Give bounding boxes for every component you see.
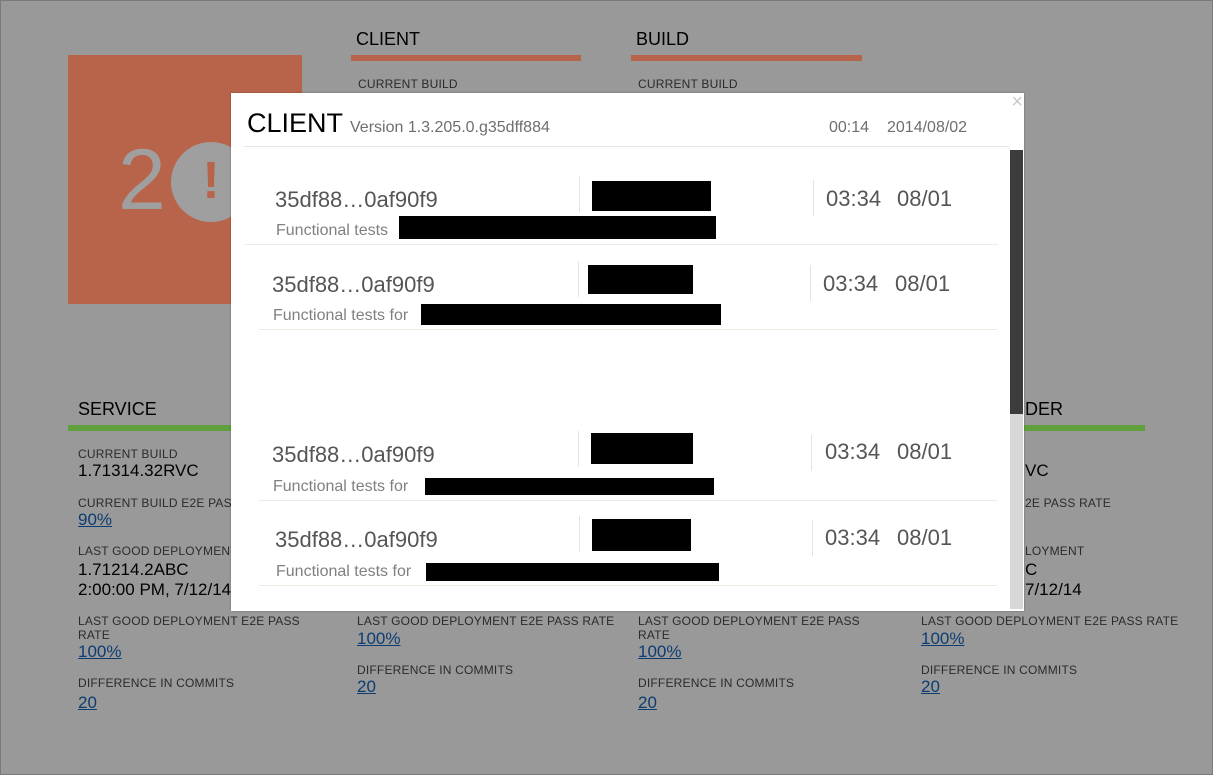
build-section-title: BUILD bbox=[636, 29, 690, 49]
column-divider bbox=[810, 265, 811, 301]
commit-hash: 35df88…0af90f9 bbox=[275, 187, 438, 212]
modal-time: 00:14 bbox=[829, 119, 870, 136]
service-e2e-label: CURRENT BUILD E2E PASS bbox=[78, 496, 240, 510]
build-section-bar bbox=[631, 55, 862, 61]
commit-row[interactable]: 35df88…0af90f9 Functional tests 03:34 08… bbox=[231, 173, 1006, 257]
col4-e2e-label: 2E PASS RATE bbox=[1025, 496, 1111, 510]
row-divider bbox=[259, 585, 997, 586]
commit-date: 08/01 bbox=[897, 439, 953, 464]
row-divider bbox=[259, 329, 997, 330]
close-icon[interactable]: × bbox=[1011, 92, 1023, 112]
client-details-modal: × CLIENT Version 1.3.205.0.g35dff884 00:… bbox=[231, 92, 1024, 611]
build-current-build-label: CURRENT BUILD bbox=[638, 77, 738, 91]
service-last-good-time: 2:00:00 PM, 7/12/14 bbox=[78, 580, 232, 599]
commit-time: 03:34 bbox=[825, 525, 881, 550]
col4-last-good-label: LOYMENT bbox=[1025, 544, 1085, 558]
col3-last-good-e2e-link[interactable]: 100% bbox=[638, 642, 681, 662]
redacted-text bbox=[425, 478, 714, 495]
col2-last-good-e2e-label: LAST GOOD DEPLOYMENT E2E PASS RATE bbox=[357, 614, 615, 628]
col4-section-bar bbox=[1024, 425, 1145, 431]
commit-description: Functional tests bbox=[276, 222, 389, 239]
service-e2e-link[interactable]: 90% bbox=[78, 510, 112, 530]
service-diff-link[interactable]: 20 bbox=[78, 693, 97, 713]
column-divider bbox=[812, 520, 813, 556]
col4-last-good-e2e-link[interactable]: 100% bbox=[921, 629, 964, 649]
col4-section-title: DER bbox=[1025, 399, 1064, 419]
col4-diff-label: DIFFERENCE IN COMMITS bbox=[921, 663, 1078, 677]
commit-time: 03:34 bbox=[823, 271, 879, 296]
redacted-author bbox=[588, 265, 693, 294]
redacted-text bbox=[421, 304, 721, 325]
col3-diff-label: DIFFERENCE IN COMMITS bbox=[638, 676, 795, 690]
column-divider bbox=[579, 516, 580, 552]
commit-description: Functional tests for bbox=[276, 563, 412, 580]
modal-date: 2014/08/02 bbox=[887, 119, 968, 136]
commit-row[interactable]: 35df88…0af90f9 Functional tests for 03:3… bbox=[231, 428, 1006, 512]
commit-date: 08/01 bbox=[895, 271, 951, 296]
row-divider bbox=[259, 500, 997, 501]
modal-title: CLIENT bbox=[247, 108, 344, 138]
redacted-author bbox=[591, 433, 693, 464]
col3-diff-link[interactable]: 20 bbox=[638, 693, 657, 713]
commit-hash: 35df88…0af90f9 bbox=[272, 442, 435, 467]
column-divider bbox=[813, 180, 814, 216]
service-last-good-e2e-link[interactable]: 100% bbox=[78, 642, 121, 662]
column-divider bbox=[578, 431, 579, 467]
commit-hash: 35df88…0af90f9 bbox=[272, 272, 435, 297]
service-current-build-label: CURRENT BUILD bbox=[78, 447, 178, 461]
commit-hash: 35df88…0af90f9 bbox=[275, 527, 438, 552]
client-section-title: CLIENT bbox=[356, 29, 421, 49]
redacted-text bbox=[426, 563, 719, 581]
redacted-text bbox=[399, 216, 716, 239]
failure-count: 2 bbox=[118, 132, 166, 228]
commit-row[interactable]: 35df88…0af90f9 Functional tests for 03:3… bbox=[231, 258, 1006, 342]
service-section-bar bbox=[68, 425, 258, 431]
client-current-build-label: CURRENT BUILD bbox=[358, 77, 458, 91]
col4-last-good-e2e-label: LAST GOOD DEPLOYMENT E2E PASS RATE bbox=[921, 614, 1179, 628]
service-last-good-e2e-label: LAST GOOD DEPLOYMENT E2E PASS RATE bbox=[78, 614, 300, 642]
col4-last-good-time: 7/12/14 bbox=[1025, 580, 1082, 599]
commit-date: 08/01 bbox=[897, 186, 953, 211]
commit-time: 03:34 bbox=[826, 186, 882, 211]
modal-version: Version 1.3.205.0.g35dff884 bbox=[350, 119, 550, 136]
column-divider bbox=[579, 176, 580, 212]
column-divider bbox=[578, 261, 579, 297]
service-section-title: SERVICE bbox=[78, 399, 157, 419]
row-divider bbox=[244, 244, 998, 245]
service-last-good-version: 1.71214.2ABC bbox=[78, 560, 189, 579]
col4-current-build: VC bbox=[1025, 461, 1049, 480]
commit-description: Functional tests for bbox=[273, 478, 409, 495]
commit-row[interactable]: 35df88…0af90f9 Functional tests for 03:3… bbox=[231, 513, 1006, 597]
redacted-author bbox=[592, 181, 711, 211]
client-section-bar bbox=[351, 55, 581, 61]
col3-last-good-e2e-label: LAST GOOD DEPLOYMENT E2E PASS RATE bbox=[638, 614, 860, 642]
service-diff-label: DIFFERENCE IN COMMITS bbox=[78, 676, 235, 690]
column-divider bbox=[811, 435, 812, 471]
modal-scrollbar-thumb[interactable] bbox=[1010, 150, 1023, 414]
col2-last-good-e2e-link[interactable]: 100% bbox=[357, 629, 400, 649]
commit-date: 08/01 bbox=[897, 525, 953, 550]
col2-diff-label: DIFFERENCE IN COMMITS bbox=[357, 663, 514, 677]
col2-diff-link[interactable]: 20 bbox=[357, 677, 376, 697]
commit-time: 03:34 bbox=[825, 439, 881, 464]
service-last-good-label: LAST GOOD DEPLOYMENT bbox=[78, 544, 238, 558]
service-current-build: 1.71314.32RVC bbox=[78, 461, 199, 480]
modal-header-divider bbox=[244, 146, 1009, 147]
redacted-author bbox=[592, 519, 691, 551]
commit-description: Functional tests for bbox=[273, 307, 409, 324]
col4-diff-link[interactable]: 20 bbox=[921, 677, 940, 697]
col4-last-good-version: C bbox=[1025, 560, 1038, 579]
